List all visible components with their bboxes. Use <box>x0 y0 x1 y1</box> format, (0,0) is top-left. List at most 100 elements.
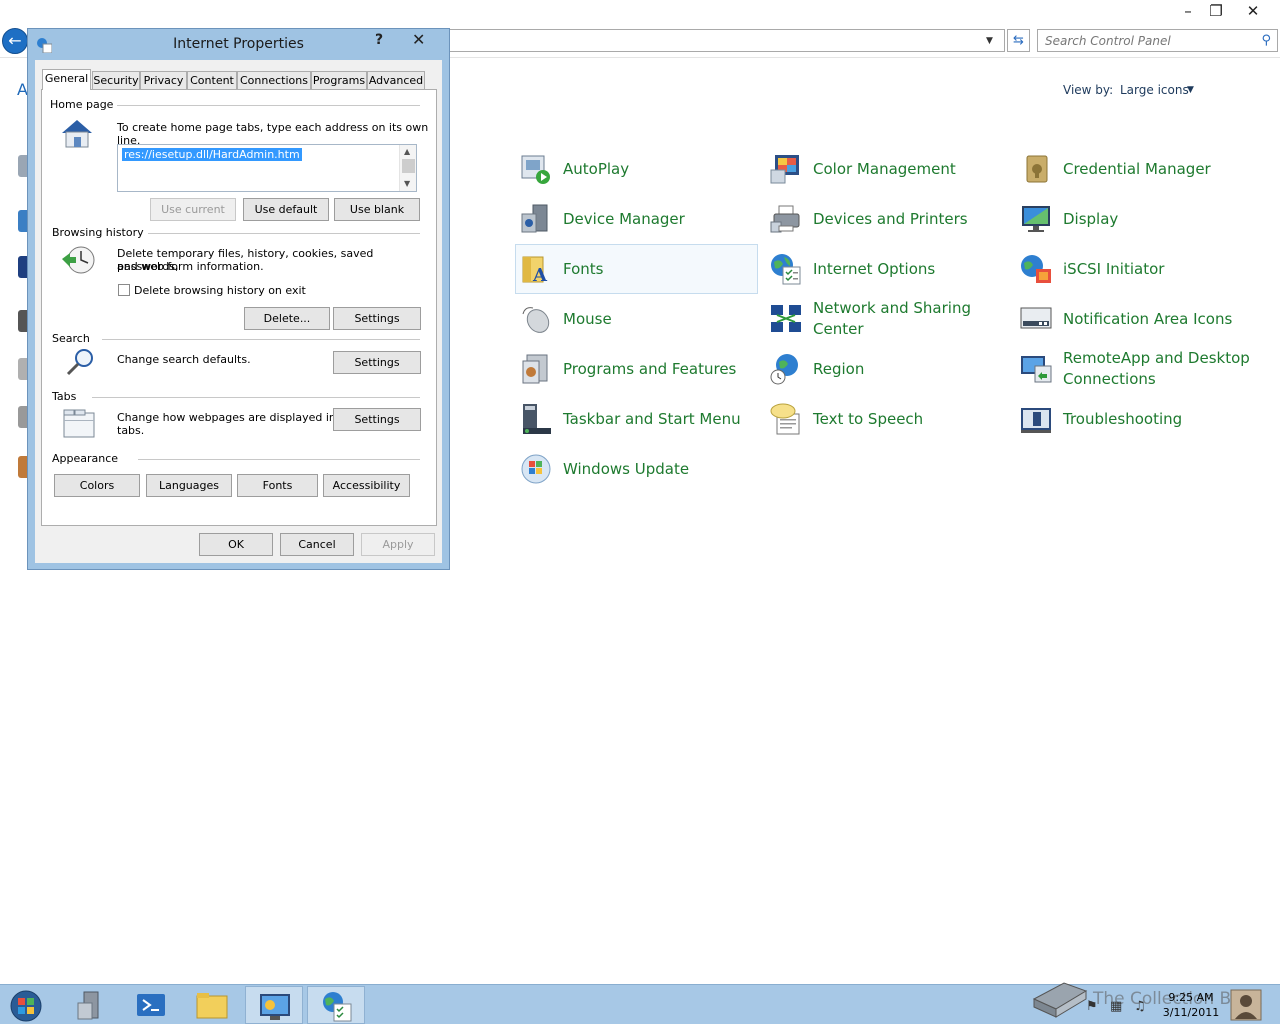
clock-date: 3/11/2011 <box>1162 1006 1220 1019</box>
cp-item-iscsi-initiator[interactable]: iSCSI Initiator <box>1016 245 1259 293</box>
fonts-button[interactable]: Fonts <box>237 474 318 497</box>
minimize-button[interactable]: – <box>1175 2 1201 20</box>
scroll-up-icon[interactable]: ▲ <box>404 147 410 156</box>
cp-item-fonts[interactable]: A Fonts <box>515 244 758 294</box>
remoteapp-icon <box>1019 352 1053 386</box>
user-avatar[interactable] <box>1230 989 1262 1021</box>
cancel-button[interactable]: Cancel <box>280 533 354 556</box>
cp-item-troubleshooting[interactable]: Troubleshooting <box>1016 395 1259 443</box>
scrollbar[interactable]: ▲ ▼ <box>399 145 416 191</box>
divider <box>146 233 420 234</box>
search-settings-button[interactable]: Settings <box>333 351 421 374</box>
color-management-icon <box>769 152 803 186</box>
taskbar-explorer[interactable] <box>183 986 241 1024</box>
volume-icon[interactable]: ♫ <box>1134 999 1146 1014</box>
cp-item-notification-area[interactable]: Notification Area Icons <box>1016 295 1259 343</box>
colors-button[interactable]: Colors <box>54 474 140 497</box>
accessibility-button[interactable]: Accessibility <box>323 474 410 497</box>
home-page-input[interactable]: res://iesetup.dll/HardAdmin.htm ▲ ▼ <box>117 144 417 192</box>
dialog-title: Internet Properties <box>173 36 304 52</box>
cp-item-label: Text to Speech <box>813 409 924 428</box>
dialog-close-button[interactable]: ✕ <box>412 30 425 49</box>
home-icon <box>62 120 92 148</box>
cp-item-credential-manager[interactable]: Credential Manager <box>1016 145 1259 193</box>
tabs-description-2: tabs. <box>117 424 145 437</box>
cp-item-label: Taskbar and Start Menu <box>563 409 741 428</box>
svg-text:A: A <box>532 265 548 286</box>
taskbar-powershell[interactable] <box>121 986 179 1024</box>
cp-item-device-manager[interactable]: Device Manager <box>516 195 759 243</box>
tab-general[interactable]: General <box>42 69 91 90</box>
cp-item-windows-update[interactable]: Windows Update <box>516 445 759 493</box>
tab-programs[interactable]: Programs <box>311 71 367 89</box>
search-input[interactable]: Search Control Panel ⚲ <box>1037 29 1278 52</box>
cp-item-taskbar-start[interactable]: Taskbar and Start Menu <box>516 395 759 443</box>
cp-item-mouse[interactable]: Mouse <box>516 295 759 343</box>
languages-button[interactable]: Languages <box>146 474 232 497</box>
cp-item-display[interactable]: Display <box>1016 195 1259 243</box>
cp-item-label: Device Manager <box>563 209 685 228</box>
device-manager-icon <box>519 202 553 236</box>
search-icon[interactable]: ⚲ <box>1261 33 1271 48</box>
delete-on-exit-label[interactable]: Delete browsing history on exit <box>134 284 306 297</box>
cp-item-label: Windows Update <box>563 459 690 478</box>
use-default-button[interactable]: Use default <box>243 198 329 221</box>
system-clock[interactable]: 9:25 AM 3/11/2011 <box>1160 990 1222 1020</box>
network-tray-icon[interactable]: ▦ <box>1110 999 1122 1014</box>
chevron-down-icon[interactable]: ▼ <box>1187 85 1194 95</box>
close-button[interactable]: ✕ <box>1240 2 1266 20</box>
cp-item-label: Region <box>813 359 865 378</box>
tab-advanced[interactable]: Advanced <box>367 71 425 89</box>
back-button[interactable]: ← <box>2 28 28 54</box>
taskbar-internet-options[interactable] <box>307 986 365 1024</box>
internet-options-icon <box>769 252 803 286</box>
cp-item-autoplay[interactable]: AutoPlay <box>516 145 759 193</box>
dialog-body: General Security Privacy Content Connect… <box>35 60 442 563</box>
control-panel-titlebar: – ❐ ✕ <box>0 0 1280 28</box>
start-button[interactable] <box>6 988 46 1022</box>
use-current-button[interactable]: Use current <box>150 198 236 221</box>
taskbar-server-manager[interactable] <box>60 986 118 1024</box>
cp-item-region[interactable]: Region <box>766 345 1009 393</box>
devices-printers-icon <box>769 202 803 236</box>
help-button[interactable]: ? <box>375 32 383 48</box>
search-placeholder: Search Control Panel <box>1045 34 1171 48</box>
cp-item-label: RemoteApp and Desktop Connections <box>1063 349 1250 388</box>
cp-item-network-sharing[interactable]: Network and Sharing Center <box>766 295 1009 343</box>
tabs-description-1: Change how webpages are displayed in <box>117 411 336 424</box>
address-bar[interactable] <box>440 29 1005 52</box>
apply-button[interactable]: Apply <box>361 533 435 556</box>
powershell-icon <box>137 994 165 1016</box>
history-settings-button[interactable]: Settings <box>333 307 421 330</box>
scroll-thumb[interactable] <box>402 159 415 173</box>
cp-item-devices-printers[interactable]: Devices and Printers <box>766 195 1009 243</box>
tab-security[interactable]: Security <box>92 71 140 89</box>
tab-content[interactable]: Content <box>187 71 237 89</box>
browsing-history-group-label: Browsing history <box>52 226 148 239</box>
flag-icon[interactable]: ⚑ <box>1086 999 1098 1014</box>
browsing-history-description-2: and web form information. <box>117 260 264 273</box>
taskbar-control-panel[interactable] <box>245 986 303 1024</box>
view-by-dropdown[interactable]: Large icons <box>1120 83 1189 97</box>
delete-button[interactable]: Delete... <box>244 307 330 330</box>
cp-item-color-management[interactable]: Color Management <box>766 145 1009 193</box>
delete-on-exit-checkbox[interactable] <box>118 284 130 296</box>
control-panel-icon <box>260 994 290 1020</box>
cp-item-internet-options[interactable]: Internet Options <box>766 245 1009 293</box>
refresh-button[interactable]: ⇆ <box>1007 29 1030 52</box>
tab-privacy[interactable]: Privacy <box>140 71 187 89</box>
refresh-icon: ⇆ <box>1013 33 1024 48</box>
divider <box>102 339 420 340</box>
maximize-button[interactable]: ❐ <box>1203 2 1229 20</box>
use-blank-button[interactable]: Use blank <box>334 198 420 221</box>
scroll-down-icon[interactable]: ▼ <box>404 179 410 188</box>
cp-item-text-to-speech[interactable]: Text to Speech <box>766 395 1009 443</box>
cp-item-programs-features[interactable]: Programs and Features <box>516 345 759 393</box>
tabs-settings-button[interactable]: Settings <box>333 408 421 431</box>
search-group-label: Search <box>52 332 94 345</box>
address-dropdown-icon[interactable]: ▼ <box>986 36 993 46</box>
cp-item-remoteapp[interactable]: RemoteApp and Desktop Connections <box>1016 345 1259 393</box>
ok-button[interactable]: OK <box>199 533 273 556</box>
dialog-titlebar[interactable]: Internet Properties ? ✕ <box>28 29 449 59</box>
tab-connections[interactable]: Connections <box>237 71 311 89</box>
